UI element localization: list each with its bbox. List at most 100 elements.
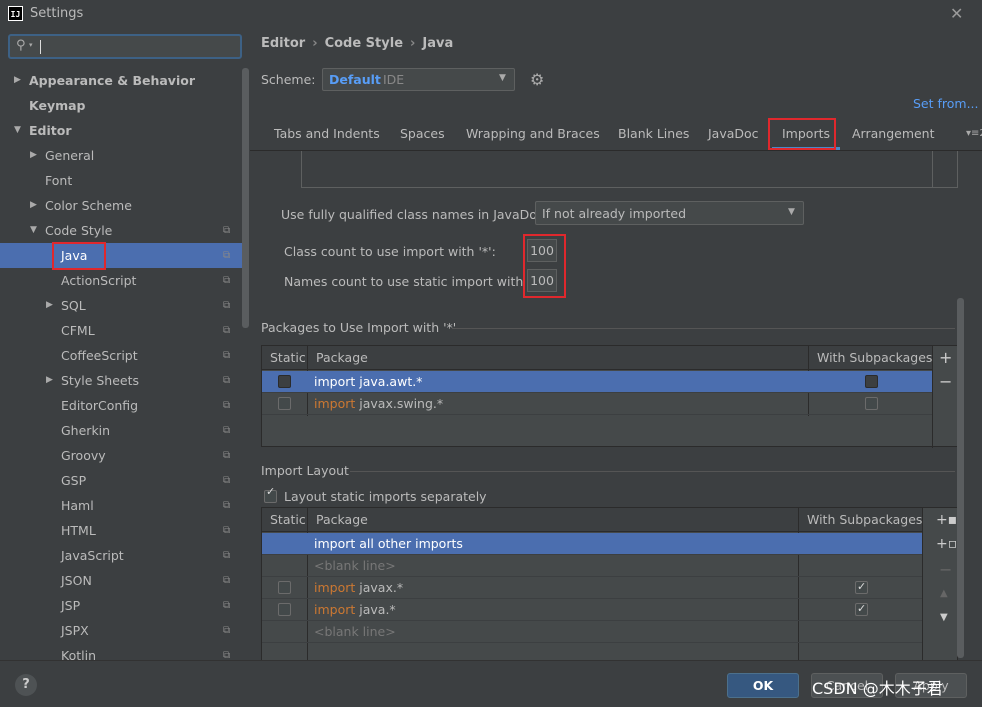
package-cell: import java.* (314, 599, 396, 621)
breadcrumb: Editor › Code Style › Java (261, 36, 453, 51)
table-row[interactable]: import all other imports (262, 533, 922, 555)
column-with-subpackages[interactable]: With Subpackages (817, 346, 932, 370)
tab-spaces[interactable]: Spaces (400, 120, 445, 150)
add-package-icon[interactable]: +▪ (936, 512, 957, 528)
divider (932, 151, 933, 188)
sidebar-item-java[interactable]: Java ⧉ (0, 243, 242, 268)
chevron-right-icon[interactable]: ▶ (46, 368, 53, 393)
layout-static-checkbox[interactable] (264, 485, 277, 503)
with-subpackages-checkbox[interactable] (865, 397, 878, 410)
project-copy-icon: ⧉ (223, 525, 231, 536)
with-subpackages-checkbox[interactable] (855, 598, 868, 620)
help-button[interactable]: ? (15, 674, 37, 696)
sidebar-item-editor[interactable]: ▼ Editor (0, 118, 242, 143)
sidebar-item-cfml[interactable]: CFML ⧉ (0, 318, 242, 343)
project-copy-icon: ⧉ (223, 650, 231, 660)
static-checkbox[interactable] (278, 397, 291, 410)
sidebar-item-keymap[interactable]: Keymap (0, 93, 242, 118)
sidebar-item-kotlin[interactable]: Kotlin ⧉ (0, 643, 242, 660)
column-static[interactable]: Static (270, 346, 306, 370)
sidebar-item-coffeescript[interactable]: CoffeeScript ⧉ (0, 343, 242, 368)
move-down-icon[interactable]: ▼ (940, 610, 948, 626)
table-row[interactable]: <blank line> (262, 621, 922, 643)
import-layout-table: Static Package With Subpackages import a… (261, 507, 958, 660)
chevron-right-icon[interactable]: ▶ (46, 293, 53, 318)
tab-wrapping-and-braces[interactable]: Wrapping and Braces (466, 120, 600, 150)
project-copy-icon: ⧉ (223, 450, 231, 461)
search-dropdown-icon[interactable]: ▾ (29, 41, 33, 49)
table-row[interactable]: import java.awt.* (262, 371, 932, 393)
search-input[interactable]: ⚲ ▾ (8, 34, 242, 59)
column-with-subpackages[interactable]: With Subpackages (807, 508, 922, 532)
breadcrumb-editor: Editor (261, 36, 306, 51)
gear-icon[interactable]: ⚙ (530, 70, 544, 89)
chevron-right-icon[interactable]: ▶ (14, 68, 21, 93)
sidebar-item-label: General (45, 148, 95, 163)
table-row[interactable]: import javax.* (262, 576, 922, 599)
sidebar-item-code-style[interactable]: ▼ Code Style ⧉ (0, 218, 242, 243)
tab-tabs-and-indents[interactable]: Tabs and Indents (274, 120, 380, 150)
column-package[interactable]: Package (316, 346, 368, 370)
sidebar-item-style-sheets[interactable]: ▶ Style Sheets ⧉ (0, 368, 242, 393)
sidebar-scrollbar[interactable] (242, 68, 249, 328)
sidebar-item-appearance-behavior[interactable]: ▶ Appearance & Behavior (0, 68, 242, 93)
remove-icon[interactable]: − (939, 562, 952, 578)
sidebar-item-json[interactable]: JSON ⧉ (0, 568, 242, 593)
sidebar-item-actionscript[interactable]: ActionScript ⧉ (0, 268, 242, 293)
class-count-label: Class count to use import with '*': (284, 244, 496, 259)
with-subpackages-checkbox[interactable] (855, 576, 868, 598)
sidebar-item-font[interactable]: Font (0, 168, 242, 193)
layout-static-label: Layout static imports separately (284, 489, 487, 504)
content-scrollbar[interactable] (957, 298, 964, 658)
settings-sidebar: ⚲ ▾ ▶ Appearance & Behavior Keymap ▼ Editor ▶… (0, 28, 250, 660)
blank-line-cell: <blank line> (314, 624, 396, 639)
tab-blank-lines[interactable]: Blank Lines (618, 120, 689, 150)
add-icon[interactable]: + (939, 350, 952, 366)
chevron-down-icon[interactable]: ▼ (14, 118, 21, 143)
sidebar-item-jspx[interactable]: JSPX ⧉ (0, 618, 242, 643)
sidebar-item-label: JSP (61, 598, 81, 613)
fq-class-names-select[interactable]: If not already imported ▼ (535, 201, 804, 225)
chevron-right-icon[interactable]: ▶ (30, 193, 37, 218)
table-row[interactable]: import java.* (262, 598, 922, 621)
sidebar-item-gherkin[interactable]: Gherkin ⧉ (0, 418, 242, 443)
sidebar-item-sql[interactable]: ▶ SQL ⧉ (0, 293, 242, 318)
column-static[interactable]: Static (270, 508, 306, 532)
table-row[interactable]: import javax.swing.* (262, 393, 932, 415)
column-package[interactable]: Package (316, 508, 368, 532)
names-count-label: Names count to use static import with '*… (284, 274, 545, 289)
with-subpackages-checkbox[interactable] (865, 375, 878, 388)
tab-arrangement[interactable]: Arrangement (852, 120, 935, 150)
package-name: javax.swing.* (359, 396, 444, 411)
package-cell: import all other imports (314, 536, 463, 551)
static-checkbox[interactable] (278, 581, 291, 594)
sidebar-item-jsp[interactable]: JSP ⧉ (0, 593, 242, 618)
remove-icon[interactable]: − (939, 374, 952, 390)
sidebar-item-label: EditorConfig (61, 398, 139, 413)
move-up-icon[interactable]: ▲ (940, 586, 948, 602)
sidebar-item-label: Style Sheets (61, 373, 140, 388)
sidebar-item-haml[interactable]: Haml ⧉ (0, 493, 242, 518)
table-row[interactable]: <blank line> (262, 555, 922, 577)
chevron-right-icon[interactable]: ▶ (30, 143, 37, 168)
intellij-logo-icon: IJ (8, 6, 23, 21)
sidebar-item-groovy[interactable]: Groovy ⧉ (0, 443, 242, 468)
more-tabs-icon[interactable]: ▾≡2 (966, 128, 982, 139)
ok-button[interactable]: OK (727, 673, 799, 698)
scheme-select[interactable]: Default IDE ▼ (322, 68, 515, 91)
add-blank-line-icon[interactable]: +▫ (936, 536, 957, 552)
sidebar-item-html[interactable]: HTML ⧉ (0, 518, 242, 543)
tab-javadoc[interactable]: JavaDoc (708, 120, 759, 150)
static-checkbox[interactable] (278, 603, 291, 616)
static-checkbox[interactable] (278, 375, 291, 388)
divider (932, 346, 933, 448)
set-from-link[interactable]: Set from... (913, 96, 979, 111)
chevron-down-icon[interactable]: ▼ (30, 218, 37, 243)
dialog-button-bar: ? OK Cancel Apply CSDN @木木子君 (0, 660, 982, 707)
sidebar-item-javascript[interactable]: JavaScript ⧉ (0, 543, 242, 568)
close-icon[interactable]: ✕ (950, 4, 963, 23)
sidebar-item-editorconfig[interactable]: EditorConfig ⧉ (0, 393, 242, 418)
sidebar-item-general[interactable]: ▶ General (0, 143, 242, 168)
sidebar-item-color-scheme[interactable]: ▶ Color Scheme (0, 193, 242, 218)
sidebar-item-gsp[interactable]: GSP ⧉ (0, 468, 242, 493)
